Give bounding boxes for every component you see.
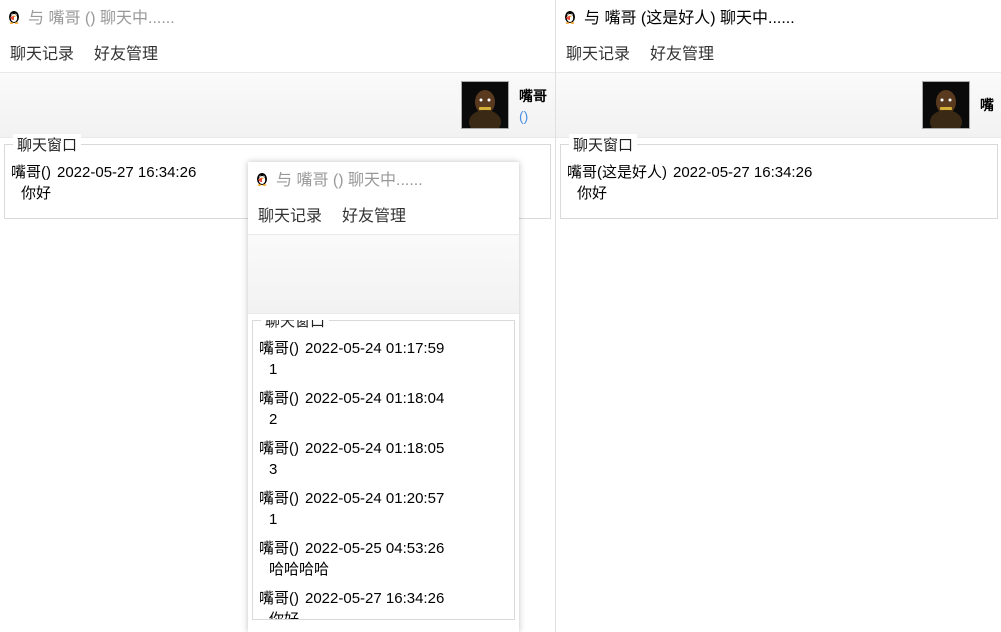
chat-panel-label: 聊天窗口 [569,134,637,155]
message-list: 嘴哥() 2022-05-24 01:17:59 1 嘴哥() 2022-05-24 0… [259,338,508,620]
menu-chat-history[interactable]: 聊天记录 [566,40,630,64]
message-meta: 嘴哥() 2022-05-24 01:18:05 [259,438,508,459]
chat-window-2: 与 嘴哥 () 聊天中...... 聊天记录 好友管理 聊天窗口 嘴哥() 202… [248,162,519,632]
chat-panel: 聊天窗口 嘴哥(这是好人)2022-05-27 16:34:26你好 [560,144,998,219]
window-title: 与 嘴哥 (这是好人) 聊天中...... [584,4,795,28]
message-body: 哈哈哈哈 [259,559,508,580]
chat-panel-label: 聊天窗口 [13,134,81,155]
window-title: 与 嘴哥 () 聊天中...... [28,4,175,28]
menu-bar: 聊天记录 好友管理 [0,34,555,72]
message-meta: 嘴哥() 2022-05-24 01:18:04 [259,388,508,409]
message-sender: 嘴哥() [259,390,299,407]
menu-bar: 聊天记录 好友管理 [248,196,519,234]
message: 嘴哥() 2022-05-24 01:20:57 1 [259,488,508,530]
friend-header: 嘴 [556,72,1001,138]
qq-penguin-icon [562,8,578,24]
message-sender: 嘴哥() [259,440,299,457]
message-timestamp: 2022-05-24 01:20:57 [305,490,444,507]
message-meta: 嘴哥(这是好人) 2022-05-27 16:34:26 [567,162,991,183]
message-body: 3 [259,459,508,480]
message-sender: 嘴哥() [259,590,299,607]
message-body: 你好 [259,609,508,620]
message-timestamp: 2022-05-24 01:18:04 [305,390,444,407]
friend-header [248,234,519,314]
friend-subtitle: () [519,108,547,124]
qq-penguin-icon [6,8,22,24]
message-timestamp: 2022-05-27 16:34:26 [673,164,812,181]
message-timestamp: 2022-05-27 16:34:26 [57,164,196,181]
message-body: 1 [259,359,508,380]
message-timestamp: 2022-05-27 16:34:26 [305,590,444,607]
menu-friend-mgmt[interactable]: 好友管理 [342,202,406,226]
menu-chat-history[interactable]: 聊天记录 [258,202,322,226]
message-sender: 嘴哥() [259,540,299,557]
message-timestamp: 2022-05-24 01:17:59 [305,340,444,357]
message: 嘴哥() 2022-05-24 01:17:59 1 [259,338,508,380]
chat-panel: 聊天窗口 嘴哥()2022-05-24 01:17:591嘴哥()2022-05… [252,320,515,620]
chat-panel-label: 聊天窗口 [261,320,329,331]
menu-chat-history[interactable]: 聊天记录 [10,40,74,64]
window-title-bar[interactable]: 与 嘴哥 (这是好人) 聊天中...... [556,0,1001,34]
message-meta: 嘴哥() 2022-05-27 16:34:26 [259,588,508,609]
message-timestamp: 2022-05-24 01:18:05 [305,440,444,457]
qq-penguin-icon [254,170,270,186]
message-sender: 嘴哥() [11,164,51,181]
message-meta: 嘴哥() 2022-05-24 01:17:59 [259,338,508,359]
window-title: 与 嘴哥 () 聊天中...... [276,166,423,190]
friend-header: 嘴哥 () [0,72,555,138]
friend-info: 嘴 [980,95,994,115]
message: 嘴哥() 2022-05-24 01:18:05 3 [259,438,508,480]
friend-name: 嘴哥 [519,86,547,106]
menu-bar: 聊天记录 好友管理 [556,34,1001,72]
message-body: 1 [259,509,508,530]
message: 嘴哥() 2022-05-24 01:18:04 2 [259,388,508,430]
message-sender: 嘴哥() [259,340,299,357]
message: 嘴哥() 2022-05-25 04:53:26 哈哈哈哈 [259,538,508,580]
message-sender: 嘴哥() [259,490,299,507]
message-timestamp: 2022-05-25 04:53:26 [305,540,444,557]
message: 嘴哥() 2022-05-27 16:34:26 你好 [259,588,508,620]
menu-friend-mgmt[interactable]: 好友管理 [650,40,714,64]
avatar[interactable] [922,81,970,129]
message-sender: 嘴哥(这是好人) [567,164,667,181]
window-title-bar[interactable]: 与 嘴哥 () 聊天中...... [248,162,519,196]
friend-info: 嘴哥 () [519,86,547,124]
friend-name: 嘴 [980,95,994,115]
message-meta: 嘴哥() 2022-05-24 01:20:57 [259,488,508,509]
menu-friend-mgmt[interactable]: 好友管理 [94,40,158,64]
message: 嘴哥(这是好人) 2022-05-27 16:34:26 你好 [567,162,991,204]
message-body: 2 [259,409,508,430]
chat-window-3: 与 嘴哥 (这是好人) 聊天中...... 聊天记录 好友管理 嘴 聊天窗口 嘴… [555,0,1001,632]
avatar[interactable] [461,81,509,129]
message-body: 你好 [567,183,991,204]
window-title-bar[interactable]: 与 嘴哥 () 聊天中...... [0,0,555,34]
message-meta: 嘴哥() 2022-05-25 04:53:26 [259,538,508,559]
message-list: 嘴哥(这是好人) 2022-05-27 16:34:26 你好 [567,162,991,204]
